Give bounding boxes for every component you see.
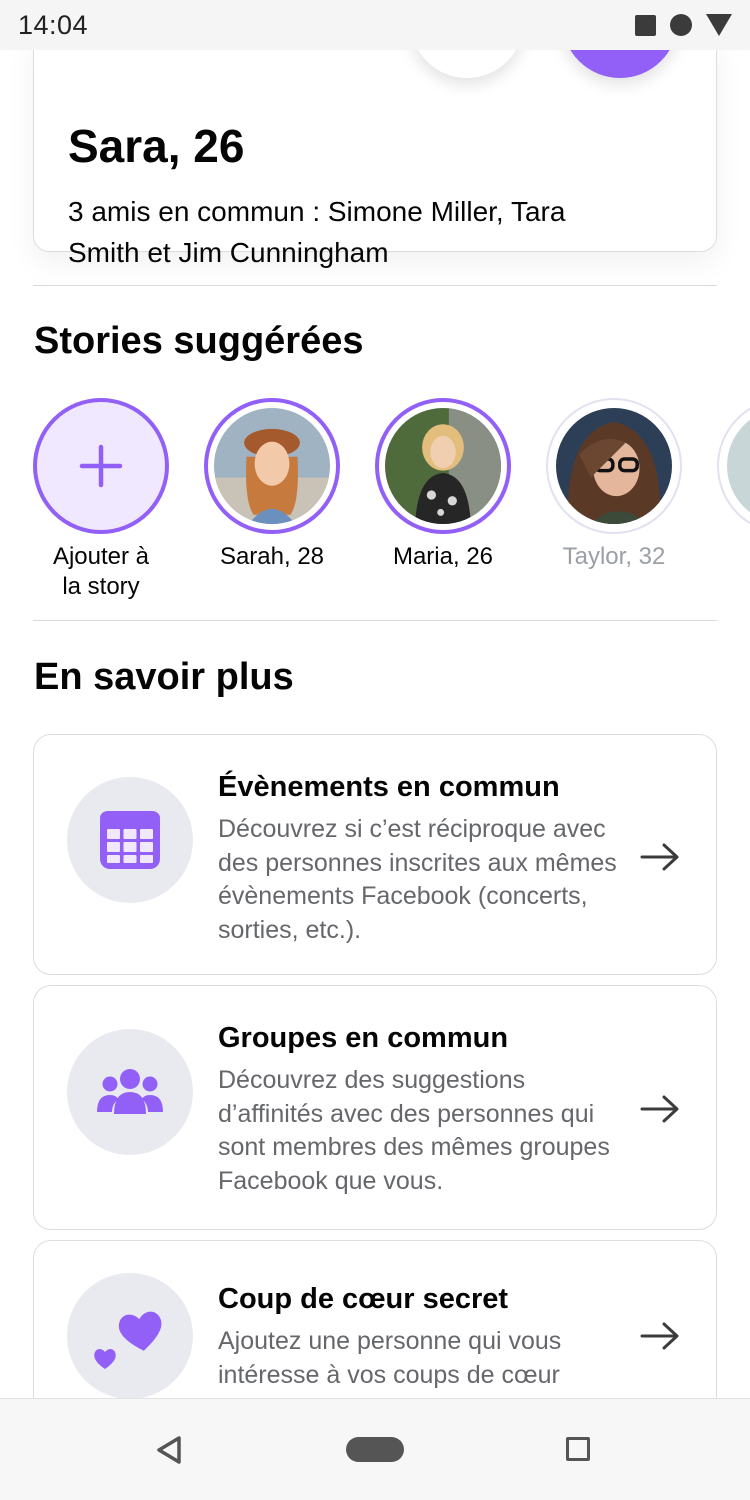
arrow-right-icon[interactable] [640,842,680,872]
card-description: Ajoutez une personne qui vous intéresse … [218,1327,562,1389]
calendar-icon [100,811,160,869]
status-bar: 14:04 [0,0,750,50]
story-photo [214,408,330,524]
story-ring [204,398,340,534]
story-label: Sarah, 28 [219,543,325,570]
group-icon [97,1069,163,1114]
story-add-circle[interactable] [33,398,169,534]
icon-circle [67,1029,193,1155]
events-in-common-card[interactable]: Évènements en commun Découvrez si c’est … [33,734,717,975]
story-item[interactable]: Sarah, 28 [202,398,342,572]
story-ring [375,398,511,534]
card-title: Groupes en commun [218,1022,509,1054]
status-time: 14:04 [18,10,89,40]
arrow-right-icon[interactable] [640,1321,680,1351]
story-label: Ajouter à la story [52,543,150,600]
home-pill-icon[interactable] [346,1437,404,1462]
plus-icon [79,444,123,488]
story-photo [727,408,750,524]
story-ring [717,398,750,534]
story-item[interactable]: Maria, 26 [373,398,513,572]
story-photo [385,408,501,524]
card-title: Coup de cœur secret [218,1283,509,1315]
groups-in-common-card[interactable]: Groupes en commun Découvrez des suggesti… [33,985,717,1230]
story-item[interactable]: Taylor, 32 [544,398,684,572]
scroll-content[interactable]: Sara, 26 3 amis en commun : Simone Mille… [0,50,750,1398]
stop-square-icon [635,14,656,36]
back-triangle-icon[interactable] [155,1435,183,1465]
signal-triangle-icon [706,14,732,36]
hearts-icon [94,1311,162,1369]
icon-circle [67,777,193,903]
story-photo [556,408,672,524]
divider [33,620,717,621]
story-item[interactable]: Jo [715,398,750,572]
card-description: Découvrez si c’est réciproque avec des p… [218,815,617,944]
arrow-right-icon[interactable] [640,1094,680,1124]
card-description: Découvrez des suggestions d’affinités av… [218,1066,610,1195]
story-add[interactable]: Ajouter à la story [31,398,171,602]
story-ring [546,398,682,534]
recents-square-icon[interactable] [566,1437,590,1461]
status-icons [635,14,732,36]
story-label: Taylor, 32 [562,543,666,570]
stories-carousel[interactable]: Ajouter à la story Sarah, 28 Maria, 26 T… [33,398,750,608]
profile-name: Sara, 26 [68,120,245,172]
divider [33,285,717,286]
mutual-friends-text: 3 amis en commun : Simone Miller, Tara S… [68,196,566,268]
icon-circle [67,1273,193,1398]
story-label: Maria, 26 [392,543,494,570]
record-circle-icon [670,14,692,36]
story-label: Jo [715,542,750,572]
stories-section-title: Stories suggérées [34,320,364,362]
secret-crush-card[interactable]: Coup de cœur secret Ajoutez une personne… [33,1240,717,1398]
card-title: Évènements en commun [218,771,560,803]
profile-card: Sara, 26 3 amis en commun : Simone Mille… [33,50,717,268]
navigation-bar [0,1398,750,1500]
learn-more-title: En savoir plus [34,656,294,698]
